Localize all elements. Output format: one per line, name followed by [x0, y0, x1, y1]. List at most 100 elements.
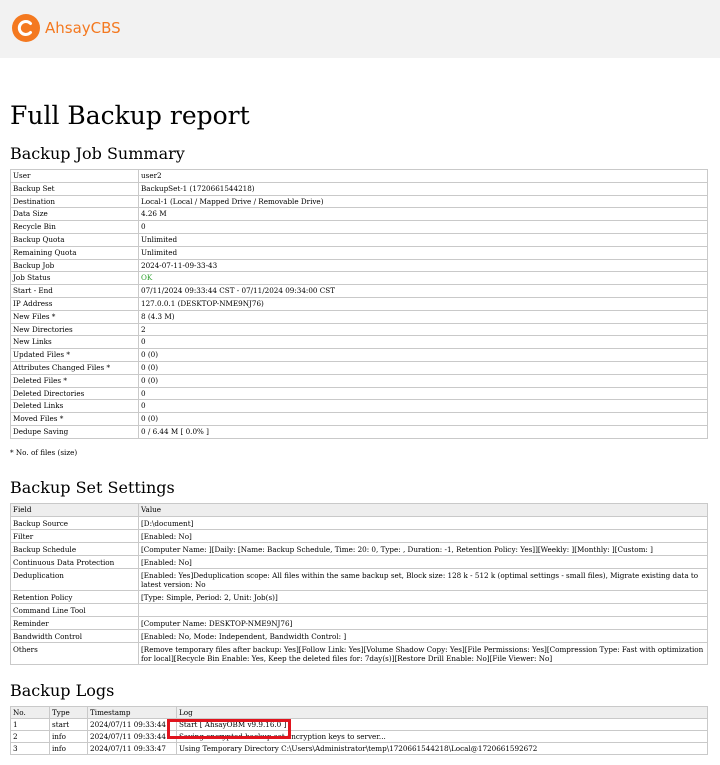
settings-table: Field Value Backup Source [D:\document] Fi… — [10, 502, 708, 665]
settings-value: [Enabled: No, Mode: Independent, Bandwid… — [138, 628, 708, 643]
settings-field: Retention Policy — [10, 589, 139, 604]
column-header-field: Field — [10, 502, 139, 517]
summary-field: Data Size — [10, 207, 139, 222]
summary-field: Updated Files * — [10, 348, 139, 362]
summary-value: Unlimited — [138, 245, 708, 260]
summary-value: BackupSet-1 (1720661544218) — [138, 181, 708, 196]
summary-field: Deleted Files * — [10, 373, 139, 388]
settings-row: Reminder [Computer Name: DESKTOP-NME9NJ76… — [10, 615, 708, 630]
logs-table: No. Type Timestamp Log 1 start 2024/07/11 … — [10, 705, 708, 755]
settings-row: Command Line Tool — [10, 602, 708, 617]
settings-row: Retention Policy [Type: Simple, Period: 2… — [10, 589, 708, 604]
settings-row: Backup Source [D:\document] — [10, 515, 708, 530]
log-number: 3 — [10, 741, 50, 755]
summary-field: New Links — [10, 335, 139, 350]
settings-field: Command Line Tool — [10, 602, 139, 617]
log-row: 3 info 2024/07/11 09:33:47 Using Temporary … — [10, 741, 708, 755]
settings-heading: Backup Set Settings — [10, 477, 175, 497]
settings-row: Bandwidth Control [Enabled: No, Mode: Ind… — [10, 628, 708, 643]
summary-value: 0 — [138, 335, 708, 350]
log-message: Using Temporary Directory C:\Users\Admin… — [176, 741, 708, 755]
summary-field: Dedupe Saving — [10, 424, 139, 439]
summary-field: Remaining Quota — [10, 245, 139, 260]
summary-row: New Links 0 — [10, 335, 708, 350]
settings-value: [Enabled: No] — [138, 528, 708, 543]
summary-value: 4.26 M — [138, 207, 708, 222]
settings-value: [Enabled: No] — [138, 554, 708, 569]
settings-field: Continuous Data Protection — [10, 554, 139, 569]
column-header-type: Type — [49, 705, 88, 719]
settings-value — [138, 602, 708, 617]
settings-value: [D:\document] — [138, 515, 708, 530]
summary-row: Backup Job 2024-07-11-09-33-43 — [10, 258, 708, 273]
log-type: start — [49, 717, 88, 731]
settings-value: [Remove temporary files after backup: Ye… — [138, 641, 708, 665]
summary-field: New Directories — [10, 322, 139, 337]
summary-row: IP Address 127.0.0.1 (DESKTOP-NME9NJ76) — [10, 296, 708, 311]
summary-row: New Files * 8 (4.3 M) — [10, 309, 708, 324]
page-title: Full Backup report — [10, 101, 250, 130]
log-type: info — [49, 741, 88, 755]
summary-field: Start - End — [10, 284, 139, 298]
settings-value: [Type: Simple, Period: 2, Unit: Job(s)] — [138, 589, 708, 604]
job-status-value: OK — [138, 271, 708, 286]
log-row: 1 start 2024/07/11 09:33:44 Start [ AhsayOB… — [10, 717, 708, 731]
highlight-box — [167, 719, 291, 739]
log-number: 2 — [10, 729, 50, 743]
summary-value: Unlimited — [138, 232, 708, 247]
settings-value: [Computer Name: DESKTOP-NME9NJ76] — [138, 615, 708, 630]
brand-logo[interactable]: AhsayCBS — [12, 14, 121, 42]
settings-value: [Enabled: Yes]Deduplication scope: All f… — [138, 567, 708, 591]
summary-value: 0 — [138, 386, 708, 401]
settings-field: Backup Source — [10, 515, 139, 530]
summary-value: 0 / 6.44 M [ 0.0% ] — [138, 424, 708, 439]
summary-row: Start - End 07/11/2024 09:33:44 CST - 07/… — [10, 284, 708, 298]
summary-value: 2024-07-11-09-33-43 — [138, 258, 708, 273]
summary-field: User — [10, 169, 139, 183]
summary-field: Job Status — [10, 271, 139, 286]
settings-row: Others [Remove temporary files after back… — [10, 641, 708, 665]
column-header-timestamp: Timestamp — [87, 705, 177, 719]
summary-field: Attributes Changed Files * — [10, 360, 139, 375]
summary-field: Backup Job — [10, 258, 139, 273]
summary-row: Deleted Links 0 — [10, 399, 708, 414]
summary-field: Backup Quota — [10, 232, 139, 247]
summary-row: Data Size 4.26 M — [10, 207, 708, 222]
summary-footnote: * No. of files (size) — [10, 447, 78, 457]
summary-row: Deleted Directories 0 — [10, 386, 708, 401]
summary-value: 0 (0) — [138, 348, 708, 362]
settings-value: [Computer Name: ][Daily: [Name: Backup S… — [138, 541, 708, 556]
log-timestamp: 2024/07/11 09:33:47 — [87, 741, 177, 755]
column-header-no: No. — [10, 705, 50, 719]
summary-value: 2 — [138, 322, 708, 337]
summary-heading: Backup Job Summary — [10, 144, 185, 163]
summary-field: Deleted Links — [10, 399, 139, 414]
summary-field: New Files * — [10, 309, 139, 324]
report-content: Full Backup report Backup Job Summary Us… — [10, 96, 709, 755]
settings-field: Deduplication — [10, 567, 139, 591]
ahsay-logo-icon — [12, 14, 40, 42]
summary-row: Remaining Quota Unlimited — [10, 245, 708, 260]
summary-field: IP Address — [10, 296, 139, 311]
summary-row: Destination Local-1 (Local / Mapped Drive… — [10, 194, 708, 209]
summary-row: New Directories 2 — [10, 322, 708, 337]
summary-row: Moved Files * 0 (0) — [10, 412, 708, 426]
summary-field: Destination — [10, 194, 139, 209]
summary-value: 0 (0) — [138, 373, 708, 388]
settings-row: Deduplication [Enabled: Yes]Deduplication… — [10, 567, 708, 591]
summary-row: Backup Set BackupSet-1 (1720661544218) — [10, 181, 708, 196]
summary-row: Attributes Changed Files * 0 (0) — [10, 360, 708, 375]
settings-field: Filter — [10, 528, 139, 543]
settings-row: Backup Schedule [Computer Name: ][Daily: … — [10, 541, 708, 556]
summary-row: Deleted Files * 0 (0) — [10, 373, 708, 388]
settings-field: Reminder — [10, 615, 139, 630]
settings-row: Continuous Data Protection [Enabled: No] — [10, 554, 708, 569]
settings-header-row: Field Value — [10, 502, 708, 517]
summary-row: User user2 — [10, 169, 708, 183]
summary-row: Updated Files * 0 (0) — [10, 348, 708, 362]
settings-field: Others — [10, 641, 139, 665]
summary-value: user2 — [138, 169, 708, 183]
column-header-value: Value — [138, 502, 708, 517]
summary-field: Deleted Directories — [10, 386, 139, 401]
brand-name: AhsayCBS — [45, 19, 121, 37]
